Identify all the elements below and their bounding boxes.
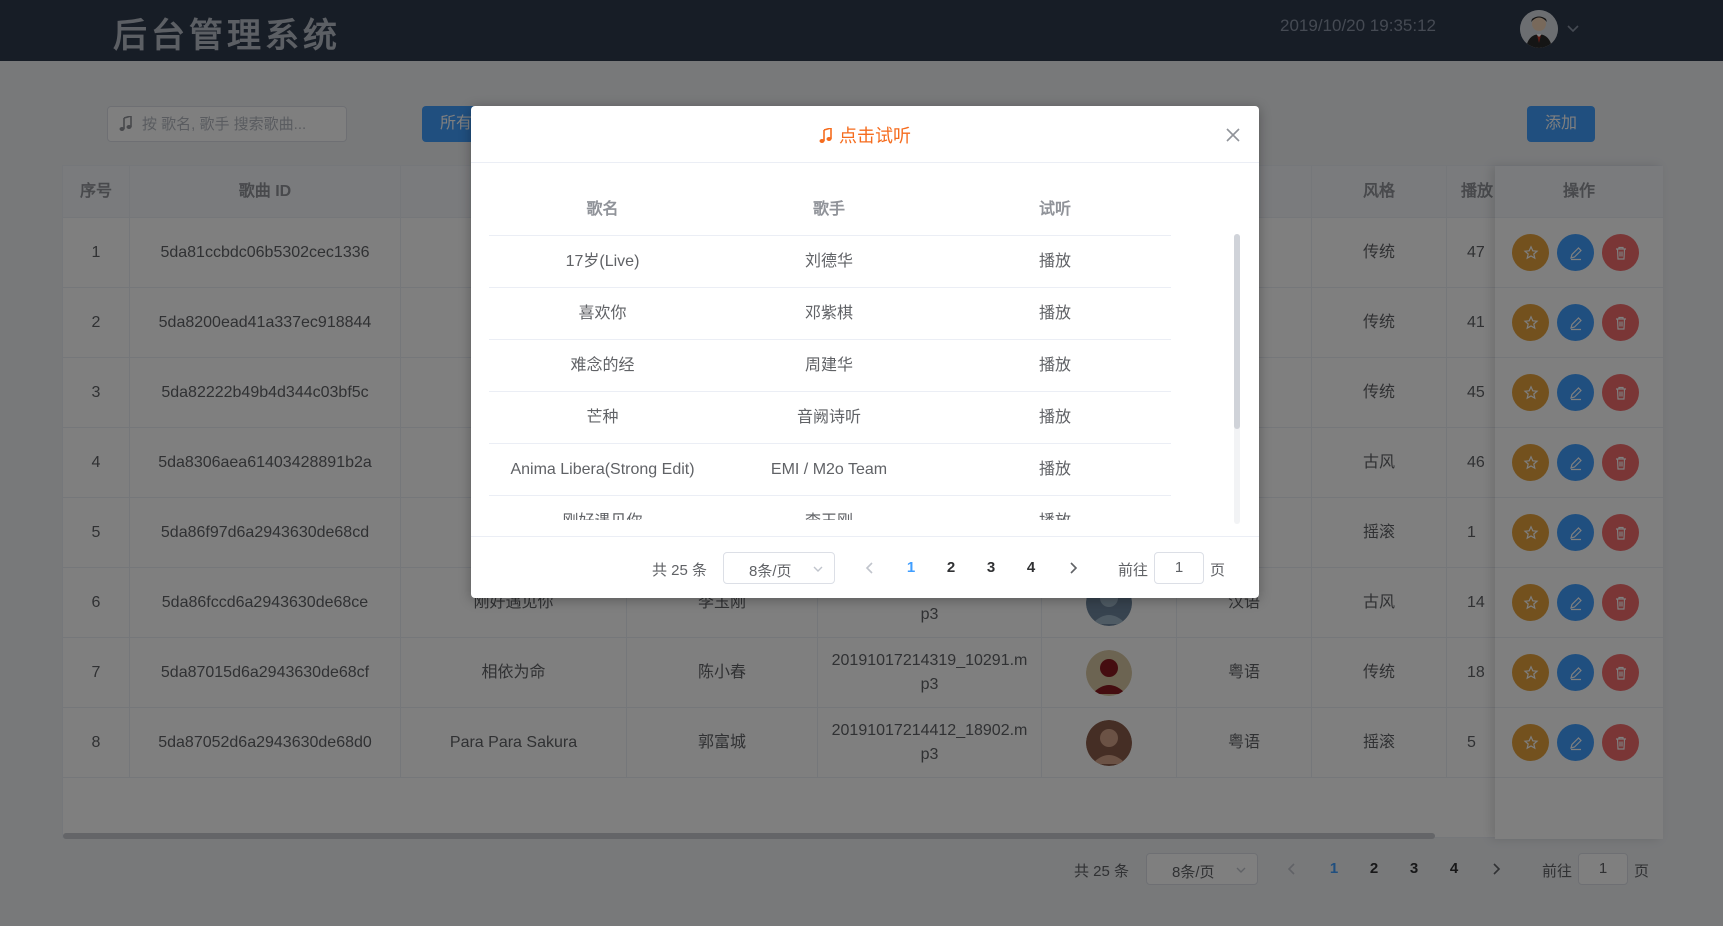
dialog-header: 点击试听 — [471, 106, 1259, 163]
dialog-title-text: 点击试听 — [839, 126, 911, 146]
dialog-cell-name: 芒种 — [586, 409, 619, 426]
dialog-cell-singer: EMI / M2o Team — [770, 461, 888, 478]
dialog-divider — [471, 536, 1259, 537]
dialog-cell-singer: 邓紫棋 — [804, 305, 853, 322]
dialog-column-preview: 试听 — [1038, 201, 1071, 218]
dialog-table-row: 刚好遇见你李玉刚播放 — [489, 496, 1171, 520]
dialog-page-3[interactable]: 3 — [976, 559, 1006, 576]
close-icon[interactable] — [1223, 125, 1243, 145]
dialog-column-name: 歌名 — [586, 201, 619, 218]
dialog-table-header: 歌名 歌手 试听 — [489, 184, 1171, 236]
dialog-page-suffix: 页 — [1210, 562, 1226, 579]
dialog-cell-singer: 周建华 — [804, 357, 853, 374]
dialog-cell-singer: 李玉刚 — [716, 496, 942, 520]
chevron-left-icon[interactable] — [862, 560, 878, 576]
dialog-page-1[interactable]: 1 — [896, 559, 926, 576]
dialog-scrollbar[interactable] — [1234, 234, 1240, 429]
preview-dialog: 点击试听 歌名 歌手 试听 17岁(Live) 刘德华 播放 喜欢你 邓紫棋 播放 难念的经… — [471, 106, 1259, 598]
play-link[interactable]: 播放 — [942, 340, 1168, 392]
dialog-page-4[interactable]: 4 — [1016, 559, 1046, 576]
play-link[interactable]: 播放 — [942, 496, 1168, 520]
dialog-table-row: Anima Libera(Strong Edit) EMI / M2o Team 播… — [489, 444, 1171, 496]
play-link[interactable]: 播放 — [942, 288, 1168, 340]
dialog-table-row: 芒种 音阙诗听 播放 — [489, 392, 1171, 444]
play-link[interactable]: 播放 — [942, 392, 1168, 444]
dialog-cell-name: 刚好遇见你 — [489, 496, 716, 520]
dialog-page-2[interactable]: 2 — [936, 559, 966, 576]
play-link[interactable]: 播放 — [942, 236, 1168, 288]
dialog-column-singer: 歌手 — [812, 201, 845, 218]
dialog-pagination-total: 共 25 条 — [652, 562, 708, 579]
dialog-page-size-select[interactable]: 8条/页 — [723, 552, 835, 584]
dialog-title: 点击试听 — [471, 122, 1259, 148]
dialog-page-size-value: 8条/页 — [749, 563, 792, 580]
dialog-table-row: 喜欢你 邓紫棋 播放 — [489, 288, 1171, 340]
dialog-goto-label: 前往 — [1118, 562, 1149, 579]
dialog-pagination: 共 25 条 8条/页 1 2 3 4 前往 1 页 — [652, 552, 1232, 584]
dialog-cell-singer: 音阙诗听 — [796, 409, 861, 426]
dialog-song-table: 歌名 歌手 试听 17岁(Live) 刘德华 播放 喜欢你 邓紫棋 播放 难念的经 周建华 播放… — [489, 184, 1171, 520]
dialog-cell-name: Anima Libera(Strong Edit) — [510, 461, 695, 478]
dialog-goto-page-input[interactable]: 1 — [1154, 552, 1204, 584]
music-note-icon — [819, 126, 832, 143]
dialog-cell-name: 喜欢你 — [578, 305, 627, 322]
chevron-down-icon — [813, 566, 823, 572]
chevron-right-icon[interactable] — [1065, 560, 1081, 576]
play-link[interactable]: 播放 — [942, 444, 1168, 496]
dialog-table-row: 难念的经 周建华 播放 — [489, 340, 1171, 392]
dialog-cell-name: 难念的经 — [570, 357, 635, 374]
dialog-cell-singer: 刘德华 — [804, 253, 853, 270]
dialog-table-row: 17岁(Live) 刘德华 播放 — [489, 236, 1171, 288]
dialog-cell-name: 17岁(Live) — [565, 253, 640, 270]
